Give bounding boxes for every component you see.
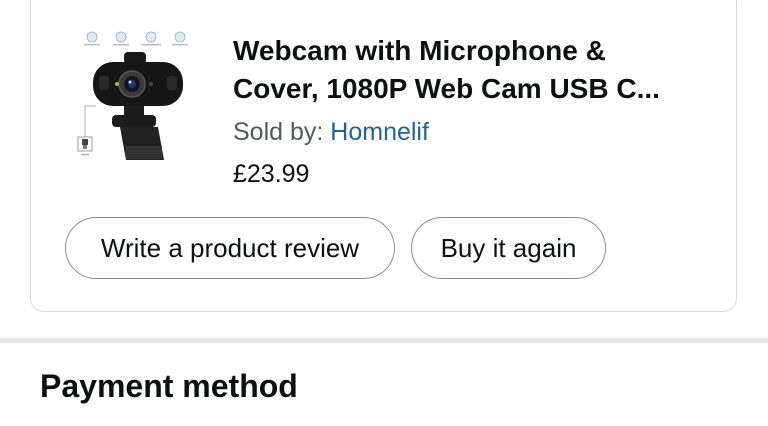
sold-by-label: Sold by: bbox=[233, 118, 331, 146]
write-product-review-button[interactable]: Write a product review bbox=[65, 217, 395, 279]
product-title-link[interactable]: Webcam with Microphone & Cover, 1080P We… bbox=[233, 32, 723, 108]
item-price: £23.99 bbox=[233, 160, 310, 188]
webcam-product-image[interactable] bbox=[76, 28, 196, 168]
feature-icons bbox=[84, 31, 188, 46]
section-divider bbox=[0, 338, 768, 343]
payment-method-heading: Payment method bbox=[40, 368, 298, 404]
sold-by: Sold by: Homnelif bbox=[233, 118, 429, 147]
buy-it-again-button[interactable]: Buy it again bbox=[411, 217, 606, 279]
seller-link[interactable]: Homnelif bbox=[330, 118, 429, 146]
product-title-line-1: Webcam with Microphone & bbox=[233, 35, 606, 66]
product-title-line-2: Cover, 1080P Web Cam USB C... bbox=[233, 73, 660, 104]
